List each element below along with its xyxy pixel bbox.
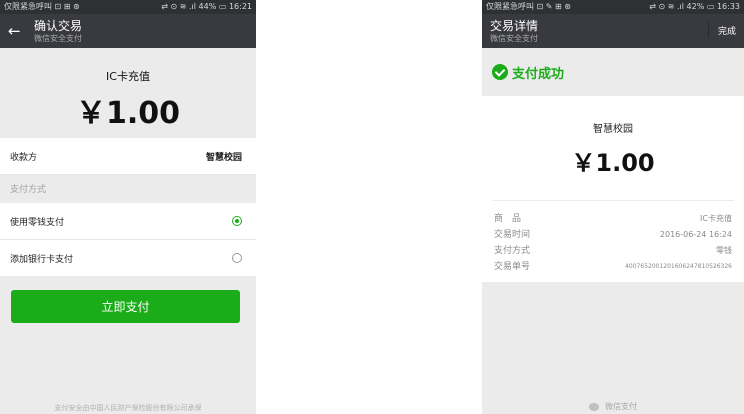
payment-option-label: 添加银行卡支付 — [10, 254, 74, 265]
status-bar: 仅限紧急呼叫 ⊡ ⊞ ⊛ ⇄ ⊙ ≋ .ıl 44% ▭ 16:21 — [0, 0, 256, 14]
pay-now-button[interactable]: 立即支付 — [11, 290, 240, 323]
merchant-name: 智慧校园 — [593, 124, 633, 135]
confirm-transaction-screen: 仅限紧急呼叫 ⊡ ⊞ ⊛ ⇄ ⊙ ≋ .ıl 44% ▭ 16:21 ← 确认交… — [0, 0, 256, 414]
detail-value: 零钱 — [716, 246, 732, 255]
payment-option-bankcard[interactable]: 添加银行卡支付 — [0, 240, 256, 277]
title-bar: ← 确认交易 微信安全支付 — [0, 14, 256, 48]
title-bar: 交易详情 微信安全支付 完成 — [482, 14, 744, 48]
insurance-footer: 支付安全由中国人民财产保险股份有限公司承保 — [54, 404, 202, 412]
detail-label: 商 品 — [494, 214, 522, 224]
page-subtitle: 微信安全支付 — [34, 33, 82, 43]
detail-row-order-id: 交易单号 4007652001201606247810526326 — [492, 259, 734, 275]
page-subtitle: 微信安全支付 — [490, 33, 538, 43]
radio-unselected-icon[interactable] — [232, 253, 242, 263]
status-right: ⇄ ⊙ ≋ .ıl 42% ▭ 16:33 — [649, 2, 740, 11]
product-name: IC卡充值 — [106, 70, 150, 83]
done-button[interactable]: 完成 — [707, 22, 736, 38]
wechat-pay-icon — [589, 402, 599, 411]
status-left: 仅限紧急呼叫 ⊡ ⊞ ⊛ — [4, 2, 80, 11]
receipt-card: 智慧校园 ￥1.00 商 品 IC卡充值 交易时间 2016-06-24 16:… — [482, 96, 744, 282]
detail-row-method: 支付方式 零钱 — [492, 243, 734, 259]
detail-value: 2016-06-24 16:24 — [659, 230, 732, 239]
radio-selected-icon[interactable] — [232, 216, 242, 226]
payment-option-balance[interactable]: 使用零钱支付 — [0, 203, 256, 240]
transaction-detail-screen: 仅限紧急呼叫 ⊡ ✎ ⊞ ⊛ ⇄ ⊙ ≋ .ıl 42% ▭ 16:33 交易详… — [482, 0, 744, 414]
wechat-pay-footer: 微信支付 — [482, 401, 744, 412]
payee-value: 智慧校园 — [205, 152, 242, 163]
detail-row-product: 商 品 IC卡充值 — [492, 211, 734, 227]
payee-row: 收款方 智慧校园 — [0, 138, 256, 175]
check-circle-icon — [492, 64, 508, 80]
page-title: 确认交易 — [34, 18, 83, 33]
detail-label: 交易单号 — [494, 262, 531, 272]
footer-text: 微信支付 — [605, 402, 637, 411]
amount-value: ￥1.00 — [571, 149, 655, 177]
detail-value: IC卡充值 — [700, 214, 732, 223]
payee-label: 收款方 — [10, 152, 38, 163]
detail-row-time: 交易时间 2016-06-24 16:24 — [492, 227, 734, 243]
success-text: 支付成功 — [512, 66, 565, 82]
divider — [492, 200, 734, 201]
status-bar: 仅限紧急呼叫 ⊡ ✎ ⊞ ⊛ ⇄ ⊙ ≋ .ıl 42% ▭ 16:33 — [482, 0, 744, 14]
payment-option-label: 使用零钱支付 — [10, 217, 65, 228]
amount-section: IC卡充值 ￥1.00 — [0, 48, 256, 138]
status-left: 仅限紧急呼叫 ⊡ ✎ ⊞ ⊛ — [486, 2, 571, 11]
detail-label: 交易时间 — [494, 230, 531, 240]
amount-value: ￥1.00 — [75, 96, 181, 131]
payment-method-header: 支付方式 — [0, 175, 256, 203]
detail-value: 4007652001201606247810526326 — [625, 263, 732, 270]
success-banner: 支付成功 — [482, 48, 744, 96]
detail-label: 支付方式 — [494, 246, 531, 256]
page-title: 交易详情 — [490, 18, 539, 33]
status-right: ⇄ ⊙ ≋ .ıl 44% ▭ 16:21 — [161, 2, 252, 11]
arrow-left-icon[interactable]: ← — [8, 22, 34, 40]
